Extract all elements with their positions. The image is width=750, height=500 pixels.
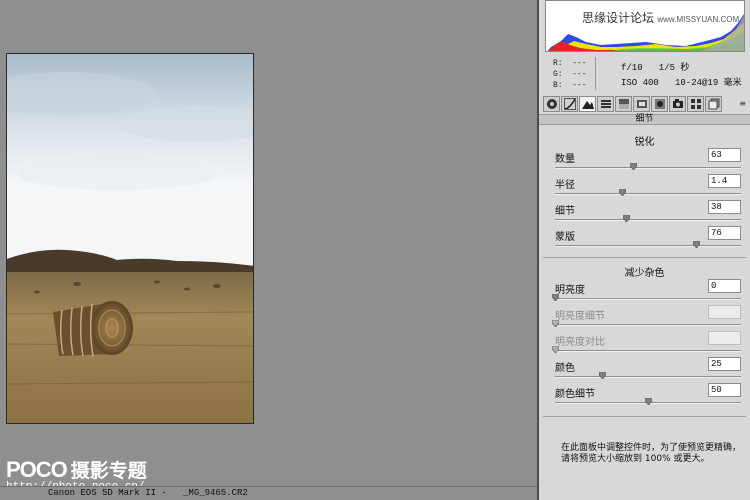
slider-thumb: [552, 346, 559, 353]
slider-row: 颜色细节 50: [555, 383, 741, 409]
aperture-shutter: f/10 1/5 秒: [621, 63, 690, 73]
adjustment-panel: 思缘设计论坛 www.MISSYUAN.COM R: --- G: --- B:…: [537, 0, 750, 500]
slider-label: 颜色细节: [555, 389, 595, 400]
tab-tone-curve[interactable]: [561, 96, 578, 112]
slider-value-input[interactable]: 50: [708, 383, 741, 397]
slider-thumb[interactable]: [618, 189, 626, 196]
zoom-tip: 在此面板中调整控件时，为了使预览更精确，请将预览大小缩放到 100% 或更大。: [561, 443, 742, 464]
panel-menu-icon[interactable]: ≡: [739, 99, 746, 108]
slider-value-input: [708, 331, 741, 345]
slider-value-input[interactable]: 1.4: [708, 174, 741, 188]
slider-thumb[interactable]: [622, 215, 630, 222]
split-toning-icon: [618, 99, 629, 109]
lens-icon: [636, 100, 647, 108]
noise-reduction-title: 减少杂色: [624, 268, 665, 279]
slider-row: 明亮度 0: [552, 279, 741, 305]
tab-detail[interactable]: [579, 96, 596, 112]
slider-row: 细节 38: [555, 200, 741, 226]
slider-thumb: [552, 320, 559, 327]
tab-split-toning[interactable]: [615, 96, 632, 112]
hsl-icon: [600, 100, 611, 108]
slider-value-input[interactable]: 76: [708, 226, 741, 240]
slider-label: 颜色: [555, 363, 575, 374]
poco-logo: POCO: [6, 457, 68, 482]
tone-curve-icon: [563, 98, 576, 110]
red-readout: R: ---: [553, 59, 587, 68]
tab-hsl[interactable]: [597, 96, 614, 112]
slider-label: 蒙版: [555, 232, 575, 243]
slider-label: 半径: [555, 180, 575, 191]
slider-thumb[interactable]: [552, 294, 559, 301]
slider-label: 数量: [555, 154, 575, 165]
slider-track: [552, 320, 741, 327]
slider-row: 数量 63: [555, 148, 741, 174]
slider-label: 细节: [555, 206, 575, 217]
slider-track[interactable]: [555, 398, 741, 405]
detail-icon: [581, 101, 594, 109]
blue-readout: B: ---: [553, 81, 587, 90]
tab-camera-calibration[interactable]: [669, 96, 686, 112]
green-readout: G: ---: [553, 70, 587, 79]
slider-row: 蒙版 76: [555, 226, 741, 252]
slider-value-input[interactable]: 25: [708, 357, 741, 371]
slider-track[interactable]: [555, 215, 741, 222]
tab-lens[interactable]: [633, 96, 650, 112]
section-title: 细节: [539, 114, 750, 125]
iso-focal-length: ISO 400 10-24@19 毫米: [621, 78, 742, 88]
tab-presets[interactable]: [687, 96, 704, 112]
slider-track[interactable]: [555, 163, 741, 170]
watermark-subtitle: 摄影专题: [70, 461, 147, 482]
snapshots-icon: [708, 98, 719, 110]
slider-track[interactable]: [552, 294, 741, 301]
slider-track: [552, 346, 741, 353]
slider-track[interactable]: [555, 372, 741, 379]
slider-label: 明亮度细节: [555, 311, 605, 322]
slider-thumb[interactable]: [693, 241, 701, 248]
camera-filename: Canon EOS 5D Mark II - _MG_9465.CR2: [48, 488, 248, 498]
info-readout: R: --- G: --- B: --- f/10 1/5 秒 ISO 400 …: [545, 55, 745, 91]
sharpen-title: 锐化: [634, 137, 655, 148]
divider: [543, 416, 746, 417]
slider-row: 颜色 25: [555, 357, 741, 383]
slider-track[interactable]: [555, 241, 741, 248]
slider-row: 明亮度对比: [552, 331, 741, 357]
preview-canvas: POCO摄影专题 http://photo.poco.cn/ Canon EOS…: [0, 0, 537, 500]
slider-thumb[interactable]: [645, 398, 652, 405]
slider-label: 明亮度: [555, 285, 585, 296]
photo-preview[interactable]: [6, 53, 254, 424]
tab-effects[interactable]: [651, 96, 668, 112]
landscape-photo: [7, 54, 253, 423]
histogram: 思缘设计论坛 www.MISSYUAN.COM: [545, 0, 745, 52]
slider-thumb[interactable]: [598, 372, 606, 379]
slider-row: 半径 1.4: [555, 174, 741, 200]
tab-snapshots[interactable]: [705, 96, 722, 112]
status-bar: Canon EOS 5D Mark II - _MG_9465.CR2: [0, 486, 537, 500]
camera-calibration-icon: [672, 99, 683, 108]
slider-value-input[interactable]: 38: [708, 200, 741, 214]
panel-tabs: [543, 96, 749, 112]
effects-icon: [654, 99, 665, 109]
slider-thumb[interactable]: [630, 163, 638, 170]
slider-row: 明亮度细节: [552, 305, 741, 331]
slider-track[interactable]: [555, 189, 741, 196]
divider: [543, 257, 746, 258]
basic-icon: [546, 99, 557, 109]
slider-value-input: [708, 305, 741, 319]
slider-value-input[interactable]: 0: [708, 279, 741, 293]
site-watermark: 思缘设计论坛 www.MISSYUAN.COM: [582, 11, 740, 25]
presets-icon: [690, 99, 701, 109]
slider-label: 明亮度对比: [555, 337, 605, 348]
tab-basic[interactable]: [543, 96, 560, 112]
slider-value-input[interactable]: 63: [708, 148, 741, 162]
